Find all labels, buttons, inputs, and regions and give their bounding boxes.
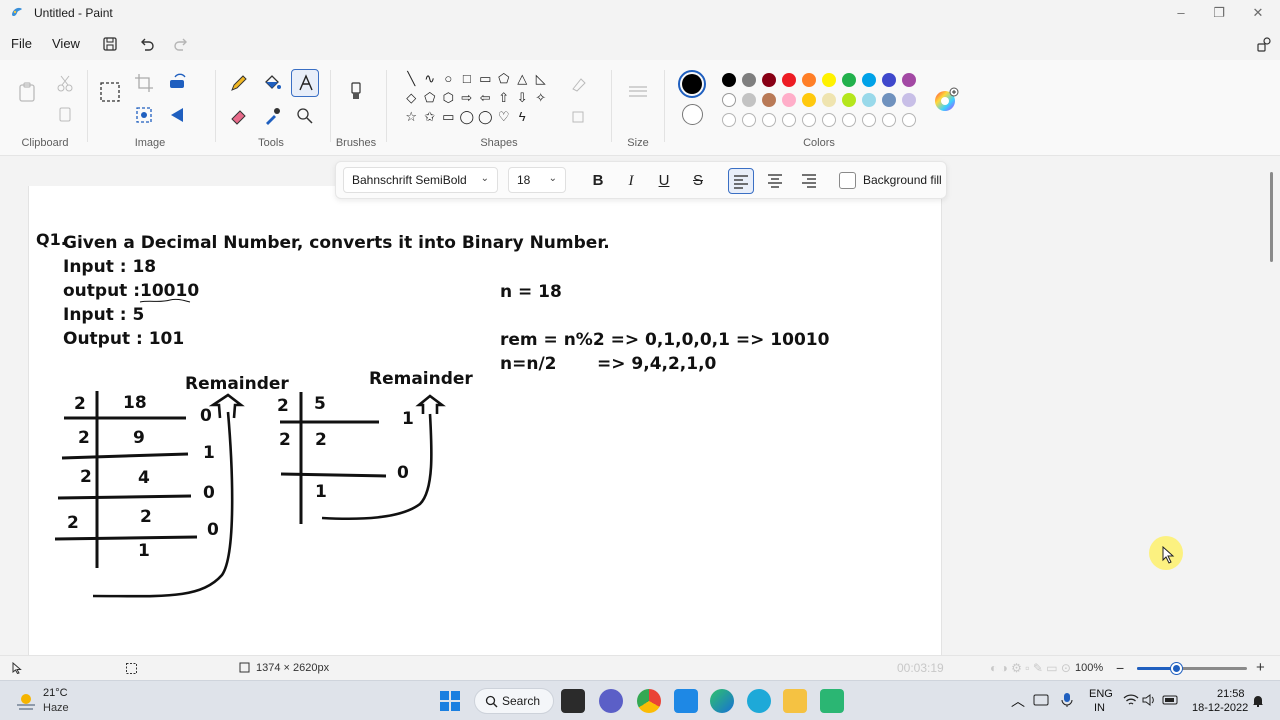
drawing-strokes (54, 298, 446, 598)
zoom-slider-thumb[interactable] (1170, 663, 1182, 674)
language-bottom[interactable]: IN (1094, 702, 1105, 714)
microphone-icon[interactable] (1060, 692, 1074, 708)
zoom-level-text[interactable]: 100% (1075, 662, 1103, 674)
battery-icon[interactable] (1162, 693, 1180, 707)
wifi-icon[interactable] (1123, 693, 1139, 707)
edge-icon[interactable] (710, 689, 734, 713)
pointer-position-icon (12, 662, 22, 674)
zoom-out-icon[interactable]: − (1116, 660, 1124, 676)
underline-stroke (139, 298, 191, 303)
division-line (61, 452, 189, 460)
canvas-size-icon (239, 662, 250, 673)
search-icon (485, 695, 498, 708)
weather-temperature: 21°C (43, 687, 68, 699)
chat-icon[interactable] (599, 689, 623, 713)
volume-icon[interactable] (1142, 693, 1158, 707)
division-line (57, 494, 192, 500)
chrome-icon[interactable] (637, 689, 661, 713)
notification-icon[interactable] (1251, 694, 1265, 708)
arrow-stroke (321, 413, 433, 521)
division-line (54, 535, 198, 541)
file-explorer-icon[interactable] (783, 689, 807, 713)
language-top[interactable]: ENG (1089, 688, 1113, 700)
clock-date[interactable]: 18-12-2022 (1192, 702, 1248, 714)
recording-timer: 00:03:19 (897, 661, 944, 675)
windows-start-icon[interactable] (439, 690, 461, 712)
division-line (280, 472, 387, 478)
task-view-icon[interactable] (561, 689, 585, 713)
weather-description: Haze (43, 702, 69, 714)
keyboard-icon[interactable] (1033, 694, 1049, 706)
clock-time[interactable]: 21:58 (1217, 688, 1245, 700)
taskbar-search[interactable]: Search (474, 688, 554, 714)
arrowhead-icon (415, 394, 446, 414)
weather-haze-icon[interactable] (14, 689, 38, 713)
zoom-slider-fill (1137, 667, 1176, 670)
show-hidden-icons-icon[interactable]: ︿ (1011, 691, 1025, 711)
zoom-slider[interactable] (1137, 663, 1247, 674)
status-bar: 1374 × 2620px 00:03:19 ◐ ◑ ⚙ ▫ ✎ ▭ ⊙ 100… (0, 655, 1280, 680)
photos-app-icon[interactable] (747, 689, 771, 713)
whatsapp-icon[interactable] (820, 689, 844, 713)
recording-controls-icon: ◐ ◑ ⚙ ▫ ✎ ▭ ⊙ (990, 661, 1071, 675)
arrow-stroke (92, 411, 234, 598)
canvas-size-text: 1374 × 2620px (256, 662, 330, 674)
mouse-pointer-icon (1162, 546, 1175, 564)
taskbar: 21°C Haze Search ︿ ENG IN 21:58 18-12-20… (0, 680, 1280, 720)
selection-size-icon (126, 663, 137, 674)
search-label: Search (502, 694, 541, 708)
remote-desktop-icon[interactable] (674, 689, 698, 713)
zoom-in-icon[interactable]: + (1256, 659, 1265, 676)
